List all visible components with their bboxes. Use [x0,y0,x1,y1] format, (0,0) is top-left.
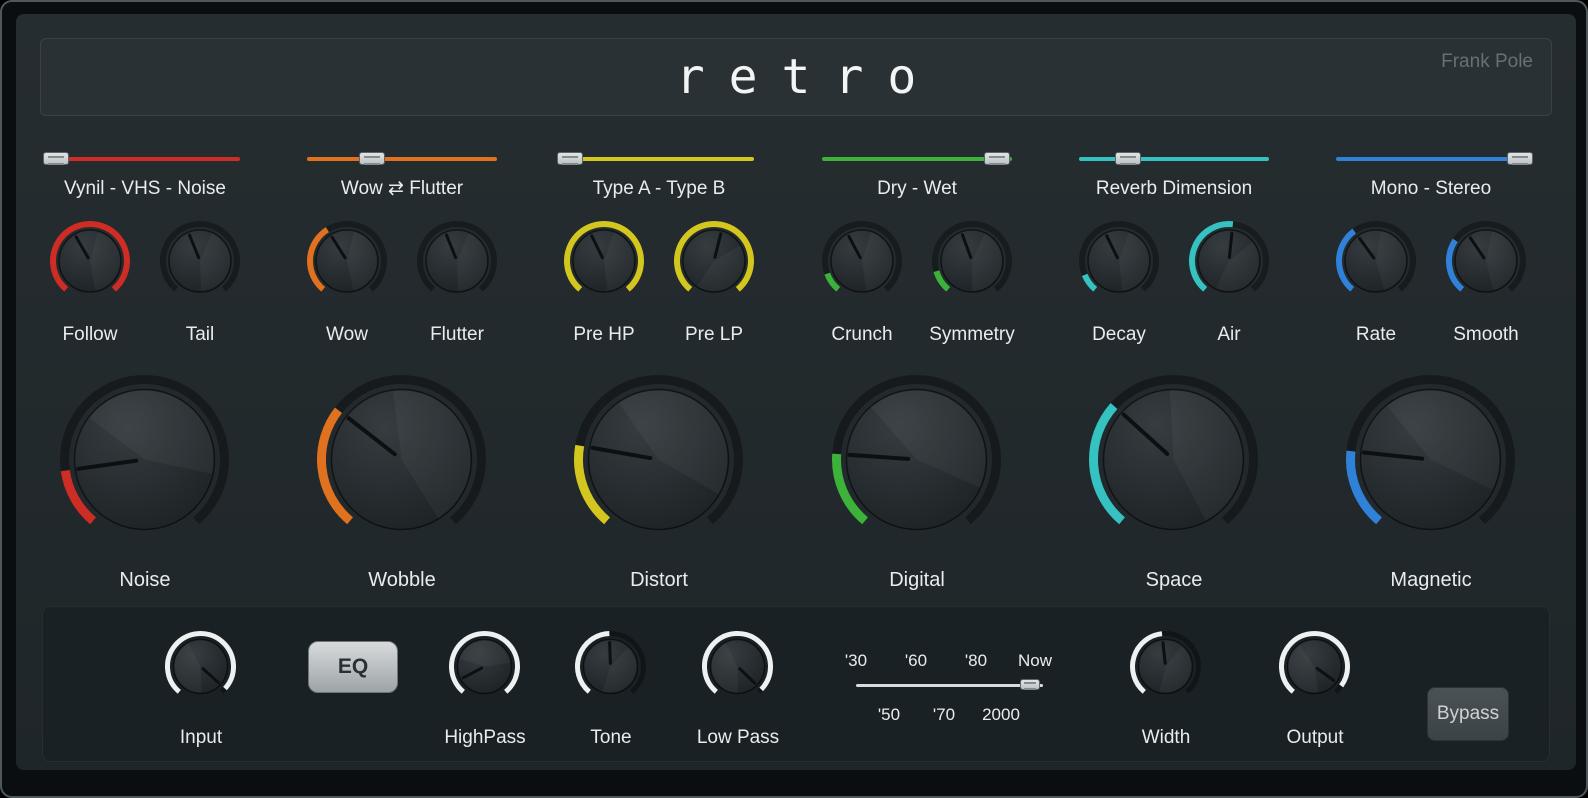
knob-label: Pre LP [684,324,744,345]
tone-knob[interactable] [574,630,647,703]
knob-label: Tone [590,727,632,748]
section-magnetic: Mono - Stereo Rate Smooth Magnetic [1303,142,1559,622]
knob-label: Tail [185,324,215,345]
knob-label: Smooth [1453,324,1519,345]
section-digital: Dry - Wet Crunch Symmetry Digital [789,142,1045,622]
lowpass-knob[interactable] [701,630,774,703]
era-label-50: '50 [877,705,901,724]
slider-thumb[interactable] [1115,152,1142,165]
mono-stereo-slider[interactable] [1336,152,1534,166]
slider-thumb[interactable] [42,152,69,165]
knob-label: Output [1286,727,1344,748]
slider-label: Mono - Stereo [1370,178,1492,199]
wow-knob[interactable] [306,220,388,302]
digital-knob[interactable] [831,374,1002,545]
big-knob-label: Wobble [368,569,436,591]
slider-track [564,157,754,161]
slider-track [50,157,240,161]
rate-knob[interactable] [1335,220,1417,302]
smooth-knob[interactable] [1445,220,1527,302]
knob-label: Rate [1355,324,1397,345]
section-vinyl: Vynil - VHS - Noise Follow Tail Noise [17,142,273,622]
knob-label: Low Pass [696,727,780,748]
era-selector: '30 '60 '80 Now '50 '70 2000 [813,649,1093,733]
eq-button[interactable]: EQ [308,641,398,693]
section-distort: Type A - Type B Pre HP Pre LP Distort [531,142,787,622]
width-knob[interactable] [1129,630,1202,703]
plugin-window: retro Frank Pole Vynil - VHS - Noise Fol… [0,0,1588,798]
noise-knob[interactable] [59,374,230,545]
tail-knob[interactable] [159,220,241,302]
knob-label: Symmetry [929,324,1015,345]
type-a-b-slider[interactable] [556,152,754,166]
pre-hp-knob[interactable] [563,220,645,302]
big-knob-label: Digital [889,569,945,591]
slider-track [307,157,497,161]
follow-knob[interactable] [49,220,131,302]
reverb-dimension-slider[interactable] [1079,152,1269,166]
big-knob-label: Distort [630,569,688,591]
distort-knob[interactable] [573,374,744,545]
slider-label: Reverb Dimension [1095,178,1253,199]
era-label-70: '70 [932,705,956,724]
slider-track [1336,157,1526,161]
flutter-knob[interactable] [416,220,498,302]
magnetic-knob[interactable] [1345,374,1516,545]
slider-thumb[interactable] [556,152,583,165]
slider-label: Wow ⇄ Flutter [340,178,464,199]
wobble-knob[interactable] [316,374,487,545]
plugin-panel: retro Frank Pole Vynil - VHS - Noise Fol… [16,14,1576,770]
slider-thumb[interactable] [358,152,385,165]
slider-track [1079,157,1269,161]
vinyl-vhs-noise-slider[interactable] [42,152,240,166]
era-slider[interactable] [856,679,1043,691]
header-bar: retro Frank Pole [40,38,1552,116]
knob-label: HighPass [444,727,526,748]
section-space: Reverb Dimension Decay Air Space [1046,142,1302,622]
knob-label: Wow [326,324,368,345]
era-label-60: '60 [904,651,928,670]
wow-flutter-slider[interactable] [307,152,497,166]
section-wobble: Wow ⇄ Flutter Wow Flutter Wobble [274,142,530,622]
input-knob[interactable] [164,630,237,703]
era-label-now: Now [1017,651,1052,670]
decay-knob[interactable] [1078,220,1160,302]
knob-label: Crunch [831,324,893,345]
dry-wet-slider[interactable] [822,152,1012,166]
era-label-2000: 2000 [982,705,1020,724]
big-knob-label: Magnetic [1390,569,1472,591]
knob-label: Pre HP [573,324,635,345]
crunch-knob[interactable] [821,220,903,302]
knob-label: Decay [1092,324,1146,345]
slider-thumb[interactable] [983,152,1010,165]
knob-label: Air [1217,324,1241,345]
knob-label: Width [1141,727,1191,748]
slider-label: Vynil - VHS - Noise [64,178,226,199]
output-knob[interactable] [1278,630,1351,703]
big-knob-label: Space [1145,569,1203,591]
slider-thumb[interactable] [1019,679,1040,690]
big-knob-label: Noise [119,569,171,591]
slider-label: Dry - Wet [877,178,957,199]
slider-track [856,684,1043,687]
pre-lp-knob[interactable] [673,220,755,302]
knob-label: Follow [62,324,118,345]
knob-label: Input [179,727,223,748]
plugin-title: retro [675,49,941,105]
knob-label: Flutter [430,324,484,345]
era-label-30: '30 [844,651,868,670]
highpass-knob[interactable] [448,630,521,703]
symmetry-knob[interactable] [931,220,1013,302]
brand-name: Frank Pole [1441,51,1533,72]
slider-label: Type A - Type B [592,178,726,199]
era-label-80: '80 [964,651,988,670]
space-knob[interactable] [1088,374,1259,545]
bottom-bar: Input EQ HighPass Tone Low Pass '30 '60 … [42,606,1550,762]
slider-thumb[interactable] [1507,152,1534,165]
air-knob[interactable] [1188,220,1270,302]
bypass-button[interactable]: Bypass [1427,687,1509,741]
